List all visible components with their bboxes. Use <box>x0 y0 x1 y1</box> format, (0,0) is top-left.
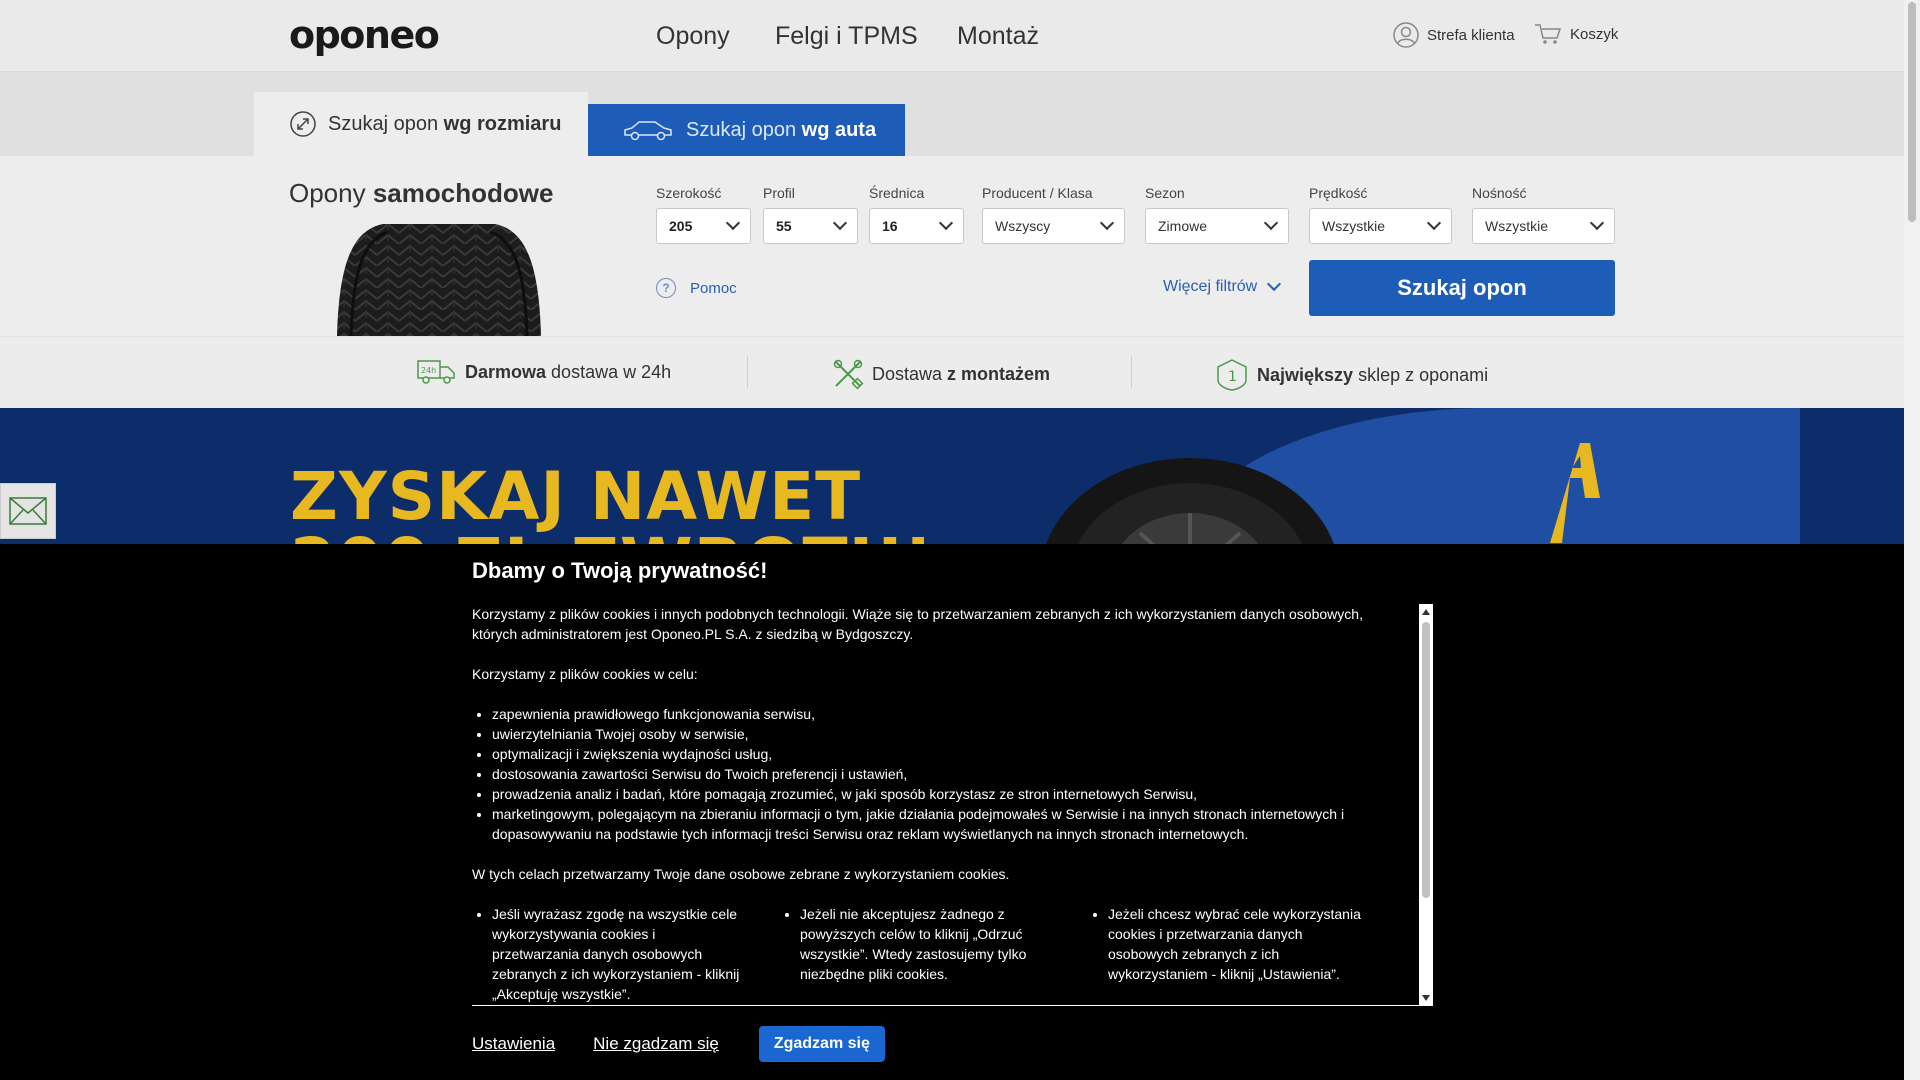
page-scrollbar-thumb[interactable] <box>1908 2 1916 222</box>
chevron-down-icon <box>1099 215 1115 231</box>
profile-label: Profil <box>763 185 795 201</box>
list-item: dostosowania zawartości Serwisu do Twoic… <box>492 764 1402 784</box>
chevron-down-icon <box>1426 215 1442 231</box>
promo-tire-image <box>1046 458 1334 544</box>
more-filters-label: Więcej filtrów <box>1163 278 1258 295</box>
load-select[interactable]: Wszystkie <box>1472 208 1615 244</box>
cookie-settings-button[interactable]: Ustawienia <box>472 1034 555 1054</box>
cookie-reject-button[interactable]: Nie zgadzam się <box>593 1034 719 1054</box>
truck-24h-icon: 24h <box>417 360 455 384</box>
more-filters-toggle[interactable]: Więcej filtrów <box>1163 276 1282 296</box>
page-title: Opony samochodowe <box>289 178 554 208</box>
cookie-scrollbar-thumb[interactable] <box>1422 622 1430 898</box>
nav-felgi-tpms[interactable]: Felgi i TPMS <box>775 22 918 51</box>
chevron-down-icon <box>832 215 848 231</box>
search-panel <box>0 156 1904 336</box>
list-item: optymalizacji i zwiększenia wydajności u… <box>492 744 1402 764</box>
cart-link[interactable]: Koszyk <box>1534 22 1618 46</box>
benefit-divider <box>747 356 748 388</box>
tab-search-by-car[interactable]: Szukaj opon wg auta <box>588 104 905 156</box>
list-item: prowadzenia analiz i badań, które pomaga… <box>492 784 1402 804</box>
list-item: marketingowym, polegającym na zbieraniu … <box>492 804 1402 844</box>
cookie-actions: Ustawienia Nie zgadzam się Zgadzam się <box>472 1026 885 1062</box>
cookie-scrollbar[interactable] <box>1419 604 1433 1006</box>
site-header: oponeo Opony Felgi i TPMS Montaż Strefa … <box>0 0 1904 72</box>
cookie-option-accept-all: Jeśli wyrażasz zgodę na wszystkie cele w… <box>492 904 746 1004</box>
search-tires-button[interactable]: Szukaj opon <box>1309 260 1615 316</box>
car-icon <box>624 121 672 141</box>
list-item: zapewnienia prawidłowego funkcjonowania … <box>492 704 1402 724</box>
help-label: Pomoc <box>690 279 737 297</box>
newsletter-button[interactable] <box>0 483 56 539</box>
benefit-divider <box>1131 356 1132 388</box>
cookie-option-reject-all: Jeżeli nie akceptujesz żadnego z powyższ… <box>800 904 1054 984</box>
cookie-content-scroll-area[interactable]: Korzystamy z plików cookies i innych pod… <box>472 604 1432 1006</box>
cookie-consent-dialog: Dbamy o Twoją prywatność! Korzystamy z p… <box>0 544 1904 1080</box>
profile-select[interactable]: 55 <box>763 208 858 244</box>
scroll-down-arrow-icon[interactable] <box>1422 995 1430 1001</box>
badge-one-icon: 1 <box>1217 359 1247 391</box>
promo-banner[interactable]: ZYSKAJ NAWET 200 ZŁ ZWROTU! <box>0 408 1904 544</box>
tab-search-by-size[interactable]: Szukaj opon wg rozmiaru <box>254 92 588 156</box>
cart-icon <box>1535 24 1562 44</box>
list-item: uwierzytelniania Twojej osoby w serwisie… <box>492 724 1402 744</box>
load-label: Nośność <box>1472 185 1527 201</box>
svg-text:1: 1 <box>1228 369 1237 385</box>
benefit-delivery-with-fitting: Dostawa z montażem <box>832 358 1050 390</box>
cookie-purposes-list: zapewnienia prawidłowego funkcjonowania … <box>472 704 1402 844</box>
diameter-select[interactable]: 16 <box>869 208 964 244</box>
width-select[interactable]: 205 <box>656 208 751 244</box>
benefit-free-delivery: 24h Darmowa dostawa w 24h <box>417 358 671 386</box>
svg-text:24h: 24h <box>421 366 436 375</box>
resize-arrows-icon <box>290 111 316 137</box>
chevron-down-icon <box>1589 215 1605 231</box>
chevron-down-icon <box>1267 276 1282 292</box>
envelope-icon <box>9 497 47 525</box>
tire-image <box>333 222 545 336</box>
nav-montaz[interactable]: Montaż <box>957 22 1039 51</box>
season-label: Sezon <box>1145 185 1185 201</box>
cookie-accept-button[interactable]: Zgadzam się <box>758 1026 885 1062</box>
width-label: Szerokość <box>656 185 722 201</box>
question-icon: ? <box>656 278 676 298</box>
customer-zone-link[interactable]: Strefa klienta <box>1393 22 1515 48</box>
cookie-title: Dbamy o Twoją prywatność! <box>472 558 768 583</box>
tab-size-label: Szukaj opon wg rozmiaru <box>328 112 562 135</box>
manufacturer-label: Producent / Klasa <box>982 185 1093 201</box>
manufacturer-select[interactable]: Wszyscy <box>982 208 1125 244</box>
user-icon <box>1393 22 1419 48</box>
help-link[interactable]: ? Pomoc <box>656 278 737 298</box>
scroll-up-arrow-icon[interactable] <box>1422 609 1430 615</box>
oponeo-logo[interactable]: oponeo <box>289 16 440 54</box>
brand-logo-partial <box>1550 443 1600 543</box>
cookie-option-settings: Jeżeli chcesz wybrać cele wykorzystania … <box>1108 904 1362 984</box>
tools-icon <box>833 359 864 390</box>
page-scrollbar[interactable] <box>1904 0 1920 1080</box>
season-select[interactable]: Zimowe <box>1145 208 1289 244</box>
nav-opony[interactable]: Opony <box>656 22 730 51</box>
benefits-bar: 24h Darmowa dostawa w 24h Dostawa z mont… <box>0 336 1904 408</box>
speed-label: Prędkość <box>1309 185 1368 201</box>
diameter-label: Średnica <box>869 185 925 201</box>
tab-car-label: Szukaj opon wg auta <box>686 118 877 141</box>
promo-headline-line1: ZYSKAJ NAWET <box>290 458 862 535</box>
speed-select[interactable]: Wszystkie <box>1309 208 1452 244</box>
chevron-down-icon <box>725 215 741 231</box>
cart-label: Koszyk <box>1570 25 1619 43</box>
promo-headline-line2: 200 ZŁ ZWROTU! <box>290 530 934 545</box>
benefit-largest-store: 1 Największy sklep z oponami <box>1215 358 1488 392</box>
customer-zone-label: Strefa klienta <box>1427 26 1515 44</box>
chevron-down-icon <box>938 215 954 231</box>
cookie-intro: Korzystamy z plików cookies i innych pod… <box>472 606 1363 642</box>
chevron-down-icon <box>1263 215 1279 231</box>
cookie-purposes-heading: Korzystamy z plików cookies w celu: <box>472 666 698 682</box>
cookie-options: Jeśli wyrażasz zgodę na wszystkie cele w… <box>472 904 1402 1004</box>
cookie-processing-note: W tych celach przetwarzamy Twoje dane os… <box>472 866 1010 882</box>
